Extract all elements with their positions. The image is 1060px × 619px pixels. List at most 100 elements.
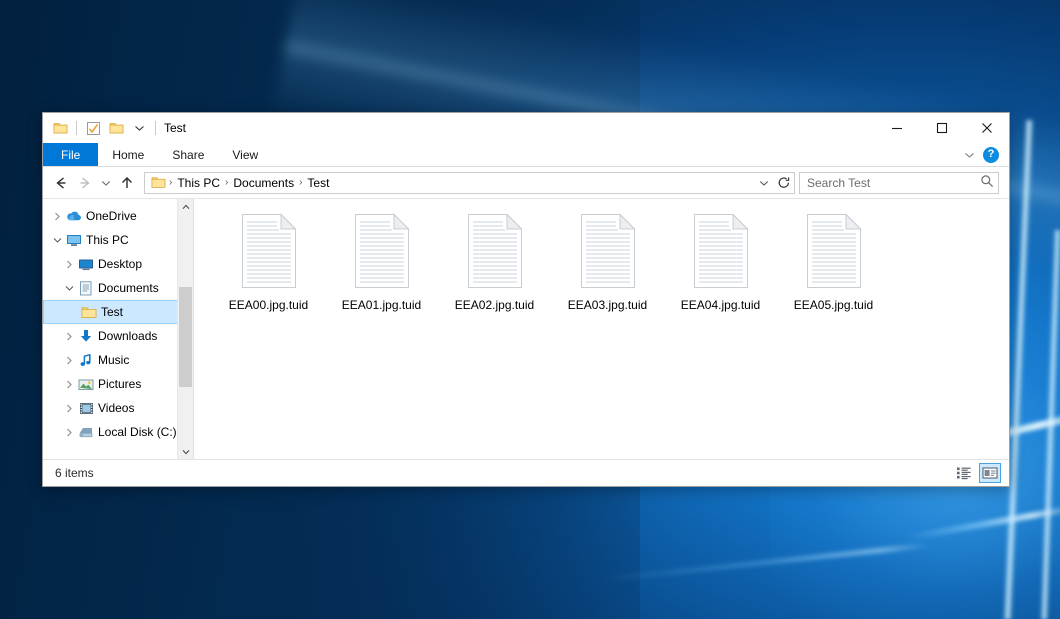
view-mode-buttons (953, 460, 1001, 486)
sidebar-item-label: Music (98, 353, 129, 367)
quick-access-separator-1 (76, 121, 77, 135)
file-item[interactable]: EEA02.jpg.tuid (438, 209, 551, 312)
tab-home[interactable]: Home (98, 143, 158, 166)
sidebar-item-music[interactable]: Music (43, 348, 193, 372)
chevron-right-icon[interactable] (61, 380, 77, 389)
chevron-right-icon[interactable] (61, 332, 77, 341)
file-item[interactable]: EEA01.jpg.tuid (325, 209, 438, 312)
sidebar-item-this-pc[interactable]: This PC (43, 228, 193, 252)
tab-view[interactable]: View (218, 143, 272, 166)
sidebar-item-local-disk-c[interactable]: Local Disk (C:) (43, 420, 193, 444)
sidebar-item-label: Downloads (98, 329, 157, 343)
sidebar-item-documents[interactable]: Documents (43, 276, 193, 300)
file-grid: EEA00.jpg.tuid (212, 209, 1009, 312)
generic-document-icon (352, 213, 412, 289)
chevron-right-icon[interactable] (61, 428, 77, 437)
file-name: EEA00.jpg.tuid (229, 298, 308, 312)
sidebar-item-downloads[interactable]: Downloads (43, 324, 193, 348)
file-item[interactable]: EEA03.jpg.tuid (551, 209, 664, 312)
scrollbar-thumb[interactable] (179, 287, 192, 387)
sidebar-item-label: Documents (98, 281, 159, 295)
refresh-icon[interactable] (774, 173, 794, 193)
file-explorer-window: Test File Home Share View ? (42, 112, 1010, 487)
status-bar: 6 items (43, 459, 1009, 486)
window-controls (874, 113, 1009, 143)
sidebar-item-test[interactable]: Test (43, 300, 193, 324)
chevron-down-icon[interactable] (61, 285, 77, 292)
breadcrumb-folder-icon[interactable] (149, 176, 168, 189)
chevron-right-icon[interactable] (61, 260, 77, 269)
sidebar-item-onedrive[interactable]: OneDrive (43, 204, 193, 228)
folder-icon (80, 306, 98, 319)
scroll-down-arrow-icon[interactable] (178, 444, 193, 459)
file-name: EEA04.jpg.tuid (681, 298, 760, 312)
search-box[interactable]: Search Test (799, 172, 999, 194)
videos-icon (77, 402, 95, 415)
downloads-icon (77, 329, 95, 343)
forward-button[interactable] (73, 171, 97, 195)
properties-icon[interactable] (83, 118, 103, 138)
navigation-pane: OneDrive This PC (43, 199, 193, 459)
quick-access-chevron-down-icon[interactable] (129, 118, 149, 138)
tab-file[interactable]: File (43, 143, 98, 166)
music-icon (77, 353, 95, 367)
breadcrumb-item-test[interactable]: Test (303, 176, 333, 190)
sidebar-item-label: OneDrive (86, 209, 137, 223)
ribbon-collapse-chevron-down-icon[interactable] (964, 148, 975, 162)
large-icons-view-button[interactable] (979, 463, 1001, 483)
file-name: EEA01.jpg.tuid (342, 298, 421, 312)
documents-icon (77, 281, 95, 296)
quick-access-separator-2 (155, 121, 156, 135)
chevron-right-icon[interactable] (61, 404, 77, 413)
ribbon-tab-strip: File Home Share View ? (43, 143, 1009, 167)
recent-locations-chevron-down-icon[interactable] (97, 171, 115, 195)
back-button[interactable] (49, 171, 73, 195)
breadcrumb: › This PC › Documents › Test (145, 176, 754, 190)
sidebar-item-desktop[interactable]: Desktop (43, 252, 193, 276)
help-icon[interactable]: ? (983, 147, 999, 163)
breadcrumb-item-documents[interactable]: Documents (229, 176, 298, 190)
file-item[interactable]: EEA05.jpg.tuid (777, 209, 890, 312)
generic-document-icon (239, 213, 299, 289)
pictures-icon (77, 378, 95, 391)
breadcrumb-item-this-pc[interactable]: This PC (173, 176, 224, 190)
chevron-right-icon[interactable] (61, 356, 77, 365)
folder-icon[interactable] (50, 118, 70, 138)
sidebar-item-label: Test (101, 305, 123, 319)
minimize-button[interactable] (874, 113, 919, 143)
file-item[interactable]: EEA04.jpg.tuid (664, 209, 777, 312)
generic-document-icon (578, 213, 638, 289)
sidebar-item-label: Videos (98, 401, 134, 415)
file-item[interactable]: EEA00.jpg.tuid (212, 209, 325, 312)
explorer-body: OneDrive This PC (43, 198, 1009, 459)
desktop-icon (77, 258, 95, 271)
file-name: EEA05.jpg.tuid (794, 298, 873, 312)
title-bar: Test (43, 113, 1009, 143)
up-button[interactable] (115, 171, 139, 195)
generic-document-icon (804, 213, 864, 289)
folder-tree: OneDrive This PC (43, 199, 193, 444)
chevron-down-icon[interactable] (49, 237, 65, 244)
file-list-view[interactable]: EEA00.jpg.tuid (194, 199, 1009, 459)
new-folder-icon[interactable] (106, 118, 126, 138)
chevron-right-icon[interactable] (49, 212, 65, 221)
search-input[interactable]: Search Test (807, 176, 980, 190)
sidebar-item-pictures[interactable]: Pictures (43, 372, 193, 396)
window-title: Test (164, 121, 186, 135)
maximize-button[interactable] (919, 113, 964, 143)
address-bar-row: › This PC › Documents › Test Search Test (43, 167, 1009, 198)
tab-share[interactable]: Share (158, 143, 218, 166)
quick-access-toolbar: Test (43, 113, 186, 143)
sidebar-item-videos[interactable]: Videos (43, 396, 193, 420)
details-view-button[interactable] (953, 463, 975, 483)
address-dropdown-chevron-down-icon[interactable] (754, 173, 774, 193)
generic-document-icon (465, 213, 525, 289)
scroll-up-arrow-icon[interactable] (178, 199, 193, 214)
file-name: EEA02.jpg.tuid (455, 298, 534, 312)
disk-icon (77, 426, 95, 439)
ribbon-right-controls: ? (964, 143, 1005, 166)
close-button[interactable] (964, 113, 1009, 143)
search-icon[interactable] (980, 174, 994, 191)
address-bar[interactable]: › This PC › Documents › Test (144, 172, 795, 194)
sidebar-scrollbar[interactable] (177, 199, 193, 459)
